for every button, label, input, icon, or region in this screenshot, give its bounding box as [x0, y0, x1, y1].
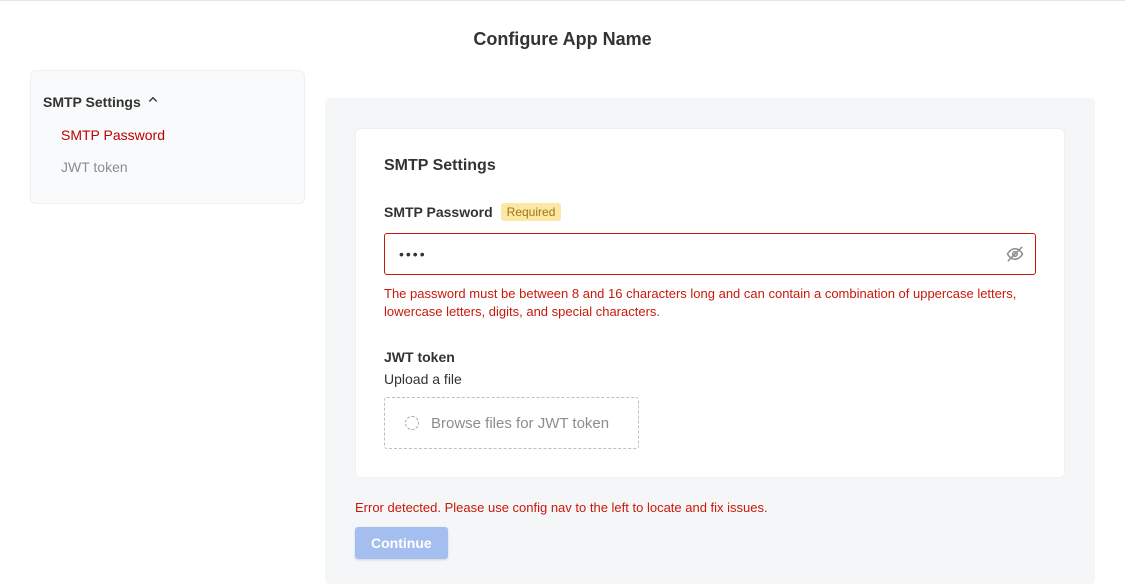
continue-button[interactable]: Continue	[355, 527, 448, 559]
required-badge: Required	[501, 203, 562, 221]
upload-file-label: Upload a file	[384, 371, 1036, 387]
hide-password-icon[interactable]	[1006, 245, 1024, 263]
smtp-password-field: SMTP Password Required The password must…	[384, 203, 1036, 321]
upload-icon	[405, 416, 419, 430]
jwt-token-field: JWT token Upload a file Browse files for…	[384, 349, 1036, 449]
footer-error-text: Error detected. Please use config nav to…	[355, 500, 1065, 515]
password-input-wrapper	[384, 233, 1036, 275]
sidebar-item-smtp-password[interactable]: SMTP Password	[31, 119, 304, 151]
card-title: SMTP Settings	[384, 157, 1036, 175]
sidebar-item-label: JWT token	[61, 159, 128, 175]
sidebar-item-label: SMTP Password	[61, 127, 165, 143]
chevron-up-icon	[147, 93, 159, 111]
sidebar: SMTP Settings SMTP Password JWT token	[30, 70, 305, 204]
smtp-password-input[interactable]	[384, 233, 1036, 275]
sidebar-item-jwt-token[interactable]: JWT token	[31, 151, 304, 183]
field-label-row: SMTP Password Required	[384, 203, 1036, 221]
smtp-password-error: The password must be between 8 and 16 ch…	[384, 285, 1036, 321]
jwt-token-label: JWT token	[384, 349, 1036, 365]
dropzone-text: Browse files for JWT token	[431, 415, 609, 432]
content-area: SMTP Settings SMTP Password Required	[325, 98, 1095, 584]
jwt-file-dropzone[interactable]: Browse files for JWT token	[384, 397, 639, 449]
sidebar-group-title: SMTP Settings	[43, 94, 141, 110]
settings-card: SMTP Settings SMTP Password Required	[355, 128, 1065, 478]
sidebar-group-header[interactable]: SMTP Settings	[31, 89, 304, 119]
smtp-password-label: SMTP Password	[384, 204, 493, 220]
main-container: SMTP Settings SMTP Password JWT token SM…	[0, 70, 1125, 584]
page-title: Configure App Name	[0, 1, 1125, 70]
